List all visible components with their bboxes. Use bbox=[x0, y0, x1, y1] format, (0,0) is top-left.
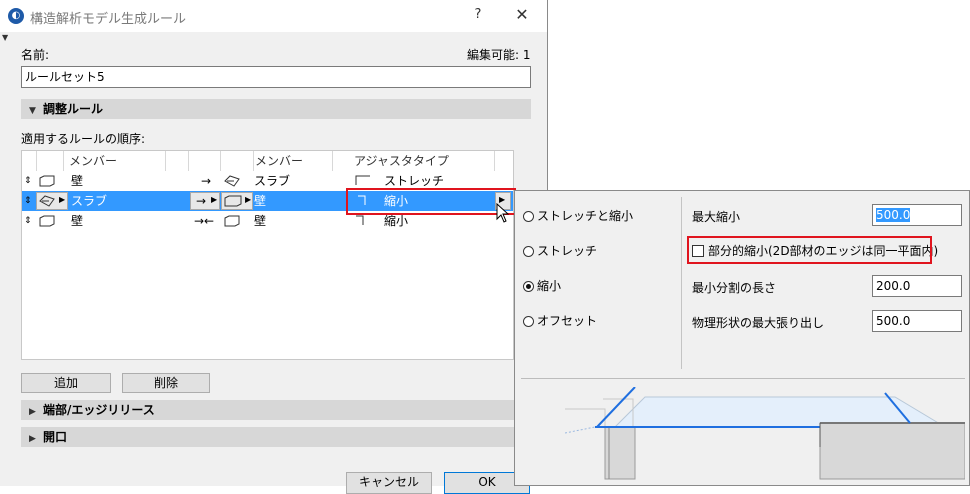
opening-section[interactable]: ▶ 開口 bbox=[21, 427, 515, 447]
drag-handle-icon[interactable]: ⇕ bbox=[24, 211, 32, 231]
header-member-2: メンバー bbox=[255, 154, 304, 168]
member-1-picker[interactable]: ▶ bbox=[36, 192, 68, 210]
expand-triangle-icon: ▼ bbox=[29, 106, 36, 116]
adjust-rules-section[interactable]: ▼ 調整ルール bbox=[21, 99, 531, 119]
radio-button[interactable] bbox=[523, 246, 534, 257]
max-shrink-value: 500.0 bbox=[876, 208, 911, 222]
max-protrusion-input[interactable]: 500.0 bbox=[872, 310, 962, 332]
expand-triangle-icon: ▶ bbox=[29, 434, 36, 444]
picker-arrow-icon: ▶ bbox=[211, 195, 218, 204]
mouse-pointer-icon bbox=[496, 203, 510, 223]
max-shrink-input[interactable]: 500.0 bbox=[872, 204, 962, 226]
highlight-box bbox=[687, 236, 932, 264]
stretch-type-icon bbox=[355, 175, 370, 185]
option-label: ストレッチ bbox=[537, 244, 598, 258]
option-label: オフセット bbox=[537, 314, 598, 328]
expand-triangle-icon: ▶ bbox=[29, 407, 36, 417]
close-button[interactable]: ✕ bbox=[512, 5, 532, 25]
edge-release-label: 端部/エッジリリース bbox=[43, 403, 155, 417]
window-title: 構造解析モデル生成ルール bbox=[30, 12, 187, 27]
wall-shape-icon bbox=[39, 175, 55, 187]
row-member-2: スラブ bbox=[254, 174, 291, 188]
opening-label: 開口 bbox=[43, 430, 68, 444]
wall-shape-icon bbox=[224, 195, 242, 207]
picker-arrow-icon: ▶ bbox=[59, 195, 66, 204]
row-member-2: 壁 bbox=[254, 194, 267, 208]
radio-button[interactable] bbox=[523, 316, 534, 327]
title-bar: ◐ 構造解析モデル生成ルール ? ✕ bbox=[0, 0, 547, 32]
table-header: メンバー メンバー アジャスタタイプ bbox=[22, 151, 513, 171]
header-adjuster-type: アジャスタタイプ bbox=[354, 154, 449, 168]
shrink-preview-diagram bbox=[565, 387, 965, 480]
max-shrink-label: 最大縮小 bbox=[692, 210, 741, 224]
edge-release-section[interactable]: ▶ 端部/エッジリリース bbox=[21, 400, 515, 420]
option-stretch[interactable]: ストレッチ bbox=[523, 243, 597, 259]
option-stretch-and-shrink[interactable]: ストレッチと縮小 bbox=[523, 208, 633, 224]
rule-dialog: ◐ 構造解析モデル生成ルール ? ✕ ▼ 名前: 編集可能: 1 ルールセット5… bbox=[0, 0, 548, 494]
row-member-1: スラブ bbox=[71, 194, 108, 208]
row-arrow: → bbox=[201, 174, 212, 188]
vertical-separator bbox=[681, 197, 682, 369]
min-split-label: 最小分割の長さ bbox=[692, 281, 777, 295]
adjuster-settings-popup: ストレッチと縮小 ストレッチ 縮小 オフセット 最大縮小 500.0 部分的縮小… bbox=[514, 190, 970, 486]
row-arrow: → bbox=[196, 194, 207, 208]
horizontal-separator bbox=[521, 378, 965, 379]
option-label: ストレッチと縮小 bbox=[537, 209, 634, 223]
min-split-input[interactable]: 200.0 bbox=[872, 275, 962, 297]
dropdown-marker-icon: ▼ bbox=[2, 33, 9, 42]
row-member-1: 壁 bbox=[71, 174, 84, 188]
option-offset[interactable]: オフセット bbox=[523, 313, 597, 329]
adjust-rules-label: 調整ルール bbox=[43, 102, 104, 116]
name-label: 名前: bbox=[21, 48, 50, 62]
wall-shape-icon bbox=[39, 215, 55, 227]
picker-arrow-icon: ▶ bbox=[245, 195, 252, 204]
editable-count: 編集可能: 1 bbox=[467, 48, 531, 62]
direction-picker[interactable]: → ▶ bbox=[190, 192, 220, 210]
option-label: 縮小 bbox=[537, 279, 562, 293]
max-protrusion-label: 物理形状の最大張り出し bbox=[692, 316, 825, 330]
slab-shape-icon bbox=[39, 195, 55, 207]
highlight-box bbox=[346, 188, 516, 215]
delete-button[interactable]: 削除 bbox=[122, 373, 210, 393]
wall-shape-icon bbox=[224, 215, 240, 227]
cancel-button[interactable]: キャンセル bbox=[346, 472, 432, 494]
drag-handle-icon[interactable]: ⇕ bbox=[24, 171, 32, 191]
row-member-2: 壁 bbox=[254, 214, 267, 228]
radio-button-selected[interactable] bbox=[523, 281, 534, 292]
help-button[interactable]: ? bbox=[468, 5, 488, 25]
add-button[interactable]: 追加 bbox=[21, 373, 111, 393]
app-logo-icon: ◐ bbox=[8, 8, 24, 24]
row-member-1: 壁 bbox=[71, 214, 84, 228]
name-input[interactable]: ルールセット5 bbox=[21, 66, 531, 88]
rules-table: メンバー メンバー アジャスタタイプ ⇕ 壁 → スラブ ストレッチ ⇕ ▶ ス… bbox=[21, 150, 514, 360]
order-label: 適用するルールの順序: bbox=[21, 132, 146, 146]
member-2-picker[interactable]: ▶ bbox=[221, 192, 253, 210]
slab-shape-icon bbox=[224, 175, 240, 187]
header-member-1: メンバー bbox=[69, 154, 118, 168]
drag-handle-icon[interactable]: ⇕ bbox=[24, 191, 32, 211]
radio-button[interactable] bbox=[523, 211, 534, 222]
option-shrink[interactable]: 縮小 bbox=[523, 278, 561, 294]
row-arrow: →← bbox=[194, 214, 215, 228]
